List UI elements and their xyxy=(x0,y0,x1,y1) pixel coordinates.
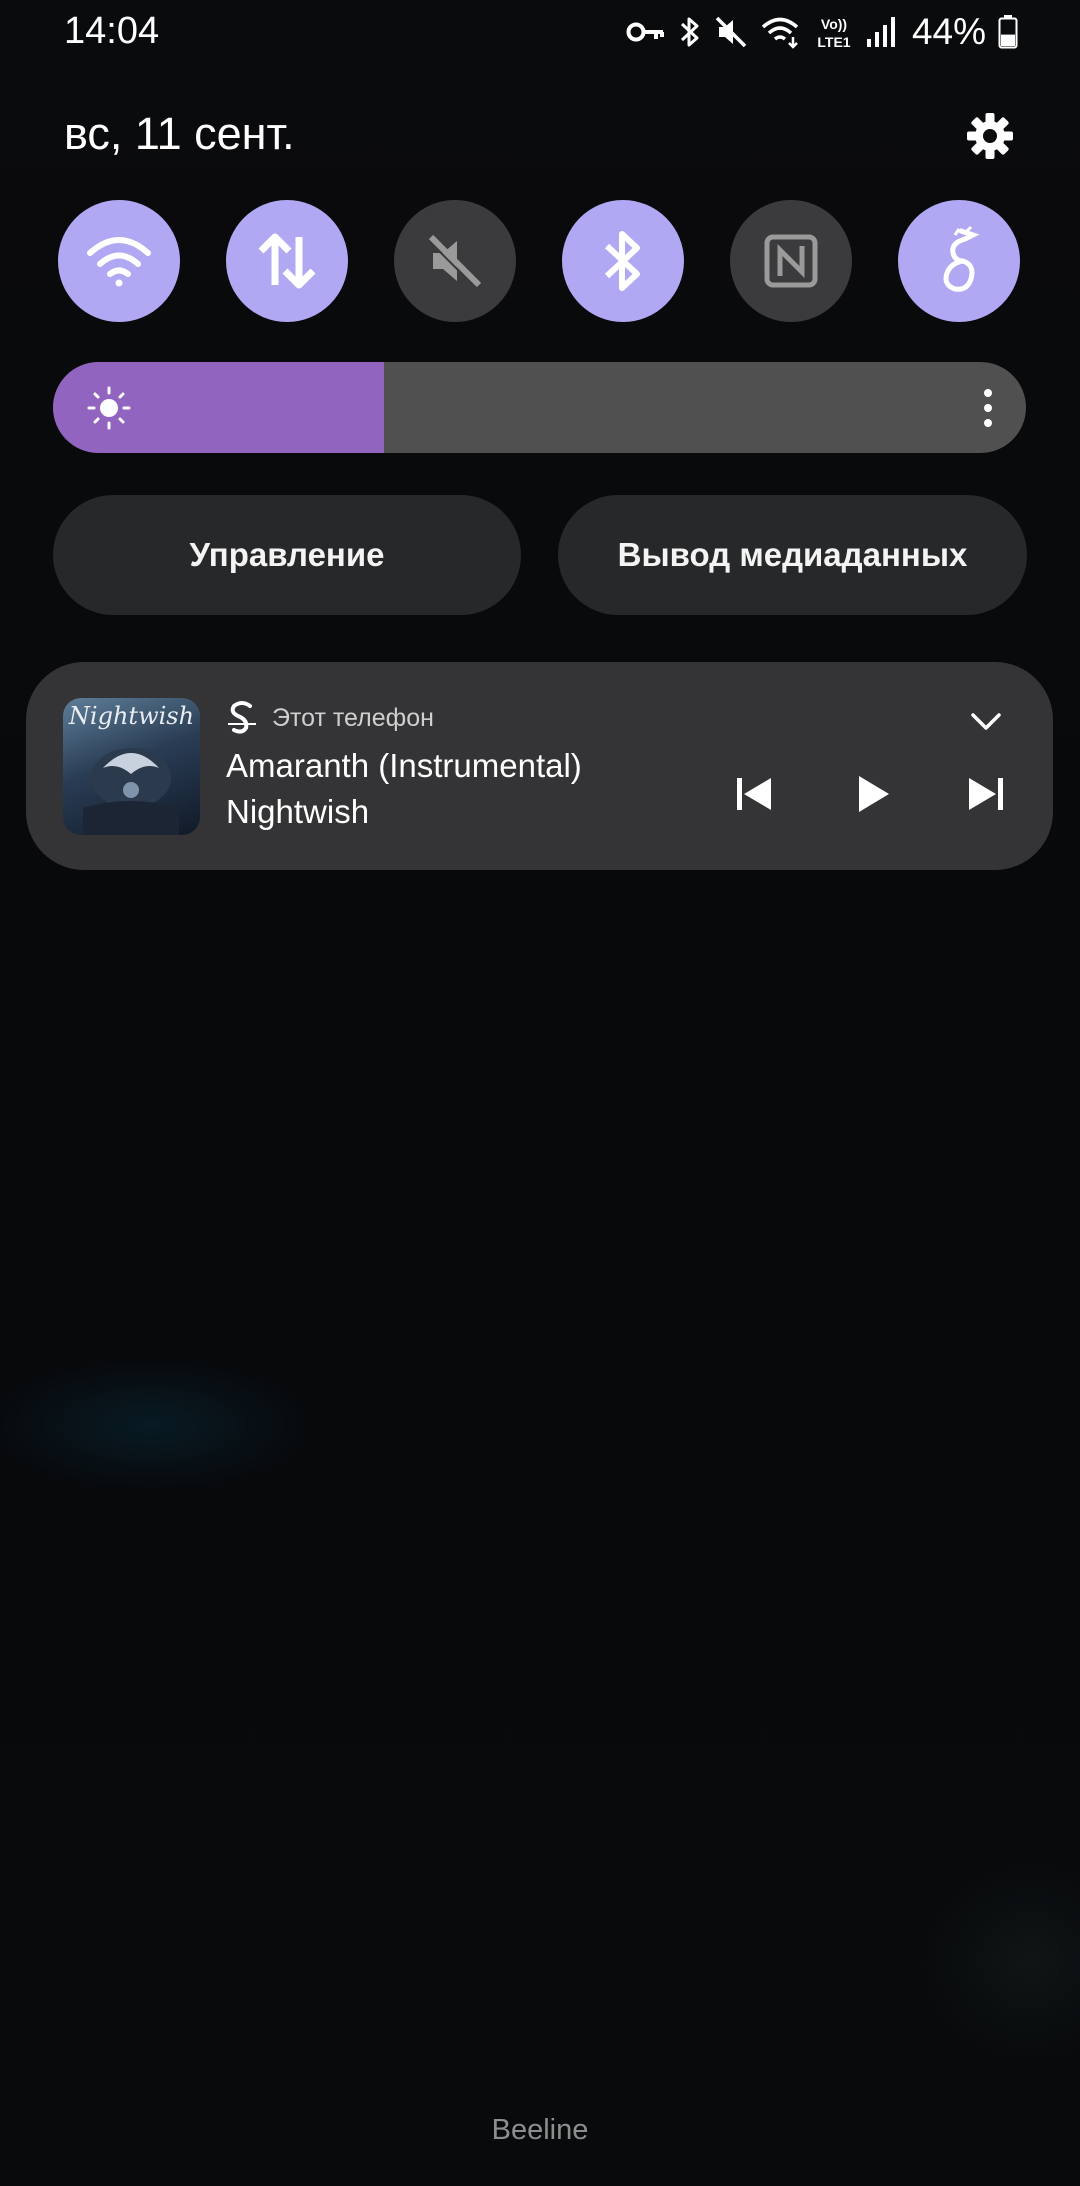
next-track-button[interactable] xyxy=(958,766,1014,822)
volte-line2: LTE1 xyxy=(817,34,850,50)
date-label: вс, 11 сент. xyxy=(64,108,295,159)
signal-icon xyxy=(866,17,895,47)
bluetooth-icon xyxy=(604,231,640,291)
expand-button[interactable] xyxy=(962,702,1010,742)
wifi-calling-icon xyxy=(761,17,799,49)
sound-mute-icon xyxy=(427,234,482,289)
play-button[interactable] xyxy=(846,766,902,822)
battery-percent: 44% xyxy=(911,11,986,52)
status-icons: Vo)) LTE1 44% xyxy=(626,10,1018,54)
battery-icon xyxy=(998,15,1018,49)
skip-previous-icon xyxy=(737,778,771,810)
bluetooth-icon xyxy=(680,17,699,47)
carrier-label: Beeline xyxy=(491,2114,589,2146)
chevron-down-icon xyxy=(971,713,1001,730)
status-bar: 14:04 Vo)) LTE1 44% xyxy=(0,0,1080,64)
track-artist: Nightwish xyxy=(226,793,370,830)
wifi-icon xyxy=(87,237,151,287)
toggle-mobile-data[interactable] xyxy=(226,200,348,322)
notification-shade: 14:04 Vo)) LTE1 44% вс, 11 сент. Управле… xyxy=(0,0,1080,2186)
album-art-figure xyxy=(83,748,179,835)
toggle-sound[interactable] xyxy=(394,200,516,322)
mute-icon xyxy=(715,16,747,48)
vpn-key-icon xyxy=(626,22,664,42)
dragon-app-icon xyxy=(943,225,980,292)
media-player-card[interactable]: Nightwish Этот телефон Amaranth (Instrum… xyxy=(26,662,1053,870)
toggle-wifi[interactable] xyxy=(58,200,180,322)
quick-toggles xyxy=(0,200,1080,322)
skip-next-icon xyxy=(969,778,1003,810)
media-output-button[interactable]: Вывод медиаданных xyxy=(558,495,1027,615)
mobile-data-icon xyxy=(258,233,316,289)
nfc-icon xyxy=(764,234,818,288)
previous-track-button[interactable] xyxy=(726,766,782,822)
status-clock: 14:04 xyxy=(64,10,160,52)
music-app-icon xyxy=(228,701,256,734)
volte-lte-icon: Vo)) LTE1 xyxy=(817,16,850,50)
album-art: Nightwish xyxy=(63,698,200,835)
toggle-nfc[interactable] xyxy=(730,200,852,322)
volte-line1: Vo)) xyxy=(821,16,847,32)
gear-icon xyxy=(967,113,1013,159)
toggle-dragon-app[interactable] xyxy=(898,200,1020,322)
track-title: Amaranth (Instrumental) xyxy=(226,747,582,784)
media-source: Этот телефон xyxy=(226,698,434,738)
play-icon xyxy=(859,776,889,812)
settings-button[interactable] xyxy=(958,104,1022,168)
media-source-label: Этот телефон xyxy=(272,703,434,732)
toggle-bluetooth[interactable] xyxy=(562,200,684,322)
device-control-button[interactable]: Управление xyxy=(53,495,521,615)
brightness-sun-icon xyxy=(87,386,131,430)
brightness-slider[interactable] xyxy=(53,362,1026,453)
more-vert-icon[interactable] xyxy=(978,386,998,430)
